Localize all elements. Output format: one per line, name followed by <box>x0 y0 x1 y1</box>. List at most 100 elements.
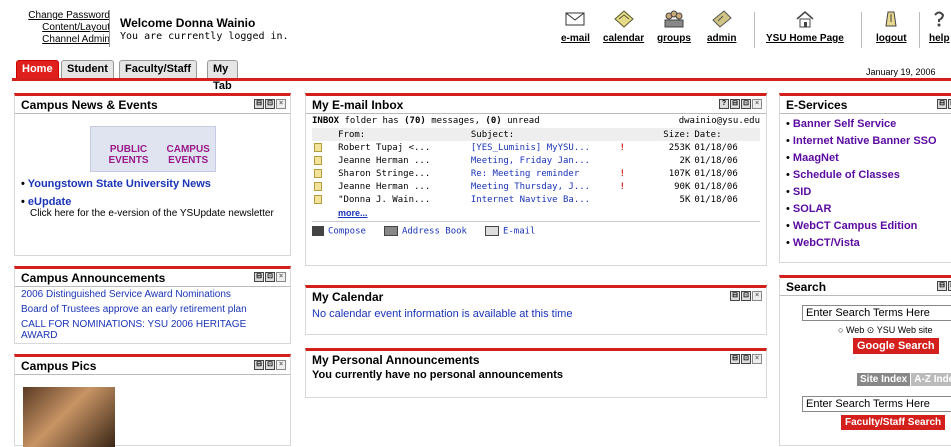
more-link[interactable]: more... <box>338 208 368 218</box>
priority-icon <box>618 154 652 167</box>
priority-icon: ! <box>619 168 625 179</box>
help-icon <box>934 11 945 27</box>
channel-my-calendar: My Calendar ⊟ ⊡ × No calendar event info… <box>305 285 767 335</box>
help-icon[interactable]: ⊡ <box>265 360 275 370</box>
change-password-link[interactable]: Change Password <box>10 10 110 22</box>
pencil-icon <box>312 226 324 236</box>
faculty-staff-search-button[interactable]: Faculty/Staff Search <box>841 415 946 430</box>
close-icon[interactable]: × <box>276 99 286 109</box>
help-icon[interactable]: ⊡ <box>741 354 751 364</box>
personal-message: You currently have no personal announcem… <box>312 369 564 381</box>
table-row[interactable]: "Donna J. Wain... Internet Navtive Ba...… <box>312 193 760 206</box>
channel-title: My Personal Announcements ⊟ ⊡ × <box>306 351 766 369</box>
radio-web[interactable]: ○ <box>838 325 846 335</box>
channel-title: Campus News & Events ⊟ ⊡ × <box>15 96 290 114</box>
help-icon[interactable]: ⊡ <box>741 291 751 301</box>
table-header: From: Subject: Size: Date: <box>312 128 760 141</box>
channel-controls: ⊟ ⊡ × <box>730 291 762 301</box>
close-icon[interactable]: × <box>752 354 762 364</box>
home-icon <box>796 11 814 28</box>
channel-title: My Calendar ⊟ ⊡ × <box>306 288 766 306</box>
channel-controls: ⊟ ⊡ × <box>730 354 762 364</box>
nav-groups[interactable]: groups <box>657 10 691 44</box>
nav-logout-label[interactable]: logout <box>876 33 907 44</box>
nav-groups-label[interactable]: groups <box>657 33 691 44</box>
content-layout-link[interactable]: Content/Layout <box>10 22 110 34</box>
email-button[interactable]: E-mail <box>484 226 535 237</box>
eservice-link[interactable]: Banner Self Service <box>793 118 896 130</box>
announcement-item[interactable]: 2006 Distinguished Service Award Nominat… <box>21 289 284 300</box>
priority-icon <box>618 193 652 206</box>
channel-controls: ⊟ ⊡ × <box>254 272 286 282</box>
search-input[interactable]: Enter Search Terms Here <box>802 305 951 321</box>
table-row[interactable]: Sharon Stringe... Re: Meeting reminder !… <box>312 167 760 180</box>
calendar-icon <box>613 10 634 28</box>
nav-ysu-home-label[interactable]: YSU Home Page <box>766 33 844 44</box>
nav-email-label[interactable]: e-mail <box>561 33 590 44</box>
table-row[interactable]: Robert Tupaj <... [YES_Luminis] MyYSU...… <box>312 141 760 154</box>
eupdate-link[interactable]: eUpdate <box>28 196 71 208</box>
close-icon[interactable]: × <box>752 291 762 301</box>
eservice-link[interactable]: SOLAR <box>793 203 832 215</box>
nav-calendar[interactable]: calendar <box>603 10 644 44</box>
tab-my-tab[interactable]: My Tab <box>207 60 238 92</box>
nav-logout[interactable]: logout <box>876 10 907 44</box>
tab-underline <box>12 78 951 81</box>
inbox-actions: Compose Address Book E-mail <box>312 221 760 237</box>
edit-icon[interactable]: ⊟ <box>730 354 740 364</box>
announcement-item[interactable]: Board of Trustees approve an early retir… <box>21 304 284 315</box>
nav-help-label[interactable]: help <box>929 33 950 44</box>
address-book-button[interactable]: Address Book <box>383 226 467 237</box>
edit-icon[interactable]: ⊟ <box>254 99 264 109</box>
table-row[interactable]: Jeanne Herman ... Meeting Thursday, J...… <box>312 180 760 193</box>
nav-admin-label[interactable]: admin <box>707 33 736 44</box>
channel-controls: ⊟ ⊡ × <box>254 360 286 370</box>
site-index-button[interactable]: Site Index <box>857 373 911 386</box>
edit-icon[interactable]: ⊟ <box>937 99 947 109</box>
eservice-link[interactable]: Internet Native Banner SSO <box>793 135 937 147</box>
eservice-link[interactable]: WebCT/Vista <box>793 237 860 249</box>
channel-controls: ⊟ ⊡ <box>937 281 951 291</box>
faculty-search-input[interactable]: Enter Search Terms Here <box>802 396 951 412</box>
close-icon[interactable]: × <box>276 360 286 370</box>
help-icon[interactable]: ⊡ <box>741 99 751 109</box>
close-icon[interactable]: × <box>752 99 762 109</box>
compose-button[interactable]: Compose <box>312 226 366 237</box>
nav-ysu-home[interactable]: YSU Home Page <box>766 10 844 44</box>
nav-email[interactable]: e-mail <box>561 10 590 44</box>
eservice-link[interactable]: Schedule of Classes <box>793 169 900 181</box>
edit-icon[interactable]: ⊟ <box>254 272 264 282</box>
edit-icon[interactable]: ⊟ <box>254 360 264 370</box>
nav-admin[interactable]: admin <box>707 10 736 44</box>
eservice-link[interactable]: WebCT Campus Edition <box>793 220 917 232</box>
question-icon[interactable]: ? <box>719 99 729 109</box>
envelope-icon <box>484 226 499 236</box>
tab-home[interactable]: Home <box>16 60 59 78</box>
table-row[interactable]: Jeanne Herman ... Meeting, Friday Jan...… <box>312 154 760 167</box>
az-index-button[interactable]: A-Z Index <box>911 373 951 386</box>
edit-icon[interactable]: ⊟ <box>730 99 740 109</box>
ysu-news-link[interactable]: Youngstown State University News <box>28 178 211 190</box>
tab-student[interactable]: Student <box>61 60 114 78</box>
announcement-item[interactable]: CALL FOR NOMINATIONS: YSU 2006 HERITAGE … <box>21 319 284 341</box>
nav-help[interactable]: help <box>929 10 950 44</box>
nav-divider <box>754 12 755 48</box>
events-banner[interactable]: PUBLIC EVENTS CAMPUS EVENTS <box>89 126 216 172</box>
channel-e-services: E-Services ⊟ ⊡ • Banner Self Service • I… <box>779 93 951 263</box>
close-icon[interactable]: × <box>276 272 286 282</box>
help-icon[interactable]: ⊡ <box>265 272 275 282</box>
account-links: Change Password Content/Layout Channel A… <box>10 10 110 46</box>
edit-icon[interactable]: ⊟ <box>937 281 947 291</box>
nav-calendar-label[interactable]: calendar <box>603 33 644 44</box>
channel-admin-link[interactable]: Channel Admin <box>10 34 110 46</box>
google-search-button[interactable]: Google Search <box>853 338 939 354</box>
eservice-link[interactable]: MaagNet <box>793 152 839 164</box>
campus-photo[interactable] <box>23 387 115 447</box>
radio-ysu[interactable]: ⊙ <box>867 325 877 335</box>
tab-faculty-staff[interactable]: Faculty/Staff <box>119 60 198 78</box>
help-icon[interactable]: ⊡ <box>265 99 275 109</box>
channel-campus-announcements: Campus Announcements ⊟ ⊡ × 2006 Distingu… <box>14 266 291 344</box>
eservice-link[interactable]: SID <box>793 186 811 198</box>
edit-icon[interactable]: ⊟ <box>730 291 740 301</box>
nav-divider <box>919 12 920 48</box>
